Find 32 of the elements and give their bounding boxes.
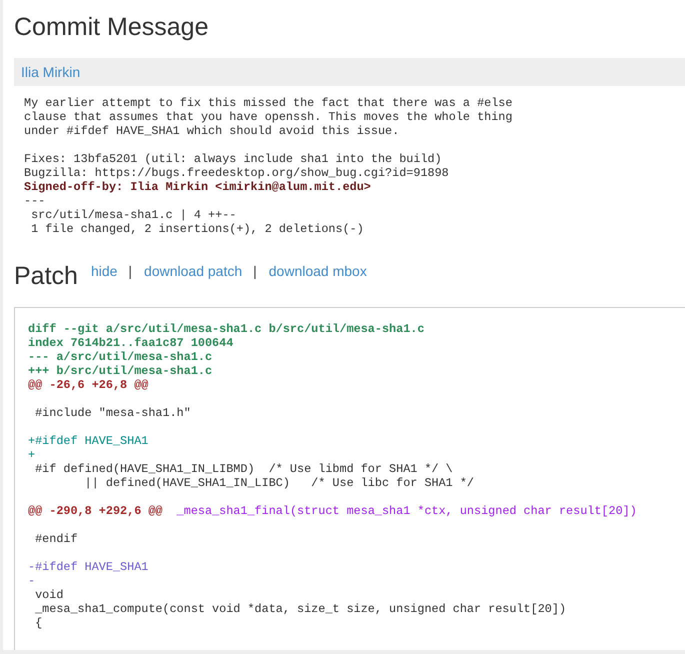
link-separator: |: [128, 262, 132, 280]
diff-context-line: || defined(HAVE_SHA1_IN_LIBC) /* Use libc for SHA1 */: [84, 476, 474, 490]
commit-message-paragraph: My earlier attempt to fix this missed the fact that there was a #else clause that assumes that you have openssh. This moves the whole thing under #ifdef HAVE_SHA1 which should avoid this issue.: [24, 96, 512, 138]
diff-added-line: +: [28, 448, 36, 462]
section-title: Patch: [14, 262, 78, 290]
diff-header-line: +++ b/src/util/mesa-sha1.c: [28, 364, 212, 378]
commit-message-line: Bugzilla: https://bugs.freedesktop.org/show_bug.cgi?id=91898: [24, 166, 449, 180]
diff-header-line: --- a/src/util/mesa-sha1.c: [28, 350, 212, 364]
patch-action-link[interactable]: hide: [90, 262, 118, 280]
diff-header-line: index 7614b21..faa1c87 100644: [28, 336, 234, 350]
commit-message-line: Fixes: 13bfa5201 (util: always include sha1 into the build): [24, 152, 442, 166]
diff-removed-line: -: [28, 574, 36, 588]
diff-removed-line: -#ifdef HAVE_SHA1: [28, 560, 148, 574]
link-separator: |: [253, 262, 257, 280]
diff-context-line: {: [34, 616, 42, 630]
section-title: Commit Message: [14, 13, 208, 41]
patch-action-link[interactable]: download mbox: [268, 262, 367, 280]
diff-context-line: #include "mesa-sha1.h": [34, 406, 191, 420]
diff-hunk-header: @@ -290,8 +292,6 @@ _mesa_sha1_final(struct mesa_sha1 *ctx, unsigned char result[20]): [28, 504, 637, 518]
diff-context-line: void: [34, 588, 64, 602]
diff-hunk-header: @@ -26,6 +26,8 @@: [28, 378, 148, 392]
author-link[interactable]: Ilia Mirkin: [21, 63, 80, 81]
diff-context-line: #if defined(HAVE_SHA1_IN_LIBMD) /* Use libmd for SHA1 */ \: [34, 462, 453, 476]
commit-message-line: src/util/mesa-sha1.c | 4 ++--: [30, 208, 236, 222]
signed-off-by-line: Signed-off-by: Ilia Mirkin <imirkin@alum.mit.edu>: [24, 180, 371, 194]
commit-message-line: ---: [24, 194, 46, 208]
diff-context-line: _mesa_sha1_compute(const void *data, size_t size, unsigned char result[20]): [34, 602, 566, 616]
diff-added-line: +#ifdef HAVE_SHA1: [28, 434, 148, 448]
diff-context-line: #endif: [34, 532, 78, 546]
commit-message-line: 1 file changed, 2 insertions(+), 2 deletions(-): [30, 222, 364, 236]
patch-action-link[interactable]: download patch: [144, 262, 242, 280]
diff-header-line: diff --git a/src/util/mesa-sha1.c b/src/util/mesa-sha1.c: [28, 322, 424, 336]
